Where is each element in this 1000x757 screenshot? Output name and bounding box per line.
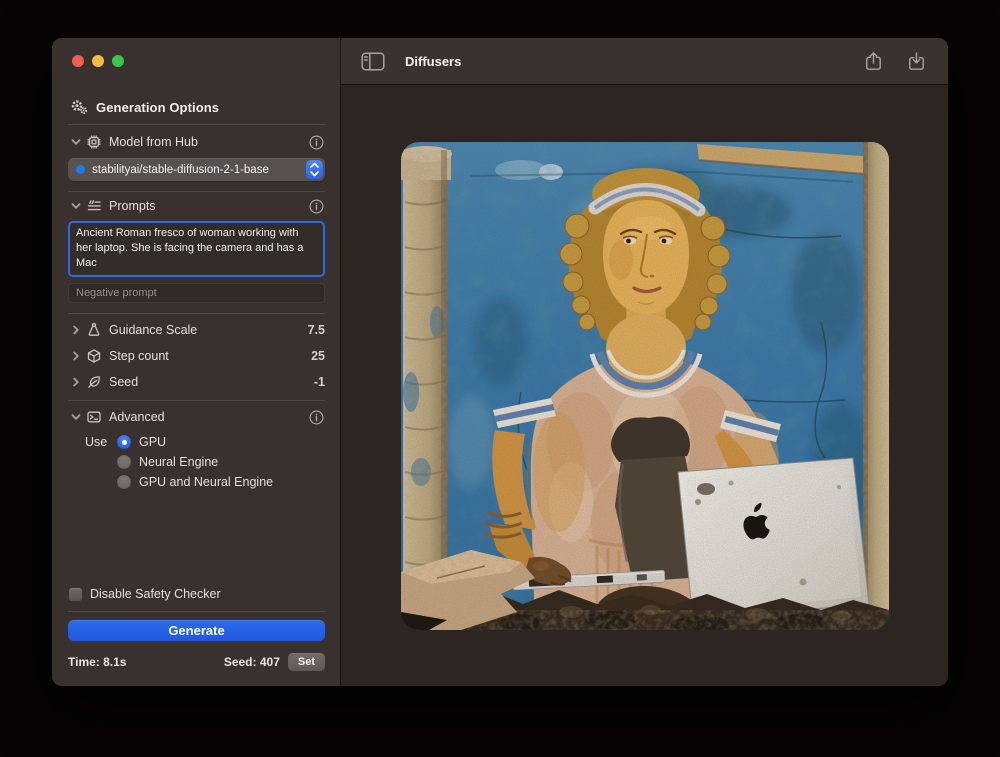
safety-label: Disable Safety Checker — [90, 587, 221, 601]
radio-neural-engine[interactable] — [117, 455, 131, 469]
disable-safety-checkbox[interactable] — [69, 588, 82, 601]
info-icon[interactable] — [308, 134, 325, 151]
gears-icon — [70, 99, 88, 115]
canvas-area — [341, 85, 948, 686]
radio-label[interactable]: Neural Engine — [139, 455, 218, 469]
divider — [68, 191, 325, 192]
close-button[interactable] — [72, 55, 84, 67]
seed-status: Seed: 407 — [224, 655, 280, 669]
sidebar-header: Generation Options — [68, 99, 325, 115]
info-icon[interactable] — [308, 198, 325, 215]
param-value: -1 — [314, 375, 325, 389]
leaf-icon — [83, 374, 105, 390]
app-window: Generation Options Model from Hub — [52, 38, 948, 686]
use-label: Use — [85, 435, 109, 449]
model-select[interactable]: stabilityai/stable-diffusion-2-1-base — [68, 158, 325, 181]
section-model-from-hub[interactable]: Model from Hub — [68, 133, 325, 151]
param-value: 7.5 — [308, 323, 325, 337]
radio-gpu[interactable] — [117, 435, 131, 449]
negative-prompt-input[interactable] — [68, 283, 325, 303]
chevron-right-icon[interactable] — [68, 323, 83, 337]
prompt-input[interactable]: Ancient Roman fresco of woman working wi… — [68, 221, 325, 277]
generated-image — [401, 142, 889, 630]
compute-option-neural-engine: Neural Engine — [68, 454, 325, 470]
radio-label[interactable]: GPU and Neural Engine — [139, 475, 273, 489]
param-label: Seed — [109, 375, 138, 389]
chevron-right-icon[interactable] — [68, 375, 83, 389]
section-advanced[interactable]: Advanced — [68, 408, 325, 426]
chevron-down-icon[interactable] — [68, 135, 83, 149]
info-icon[interactable] — [308, 409, 325, 426]
param-row-seed[interactable]: Seed -1 — [68, 373, 325, 391]
status-bar: Time: 8.1s Seed: 407 Set — [68, 652, 325, 671]
text-quote-icon — [83, 198, 105, 214]
zoom-button[interactable] — [112, 55, 124, 67]
traffic-lights — [72, 55, 325, 67]
section-label: Model from Hub — [109, 135, 198, 149]
set-seed-button[interactable]: Set — [288, 653, 325, 671]
param-value: 25 — [311, 349, 325, 363]
divider — [68, 124, 325, 125]
radio-gpu-and-neural-engine[interactable] — [117, 475, 131, 489]
chevron-down-icon[interactable] — [68, 199, 83, 213]
section-label: Advanced — [109, 410, 165, 424]
param-row-guidance-scale[interactable]: Guidance Scale 7.5 — [68, 321, 325, 339]
sidebar-toggle-icon[interactable] — [361, 52, 385, 71]
model-select-value: stabilityai/stable-diffusion-2-1-base — [92, 164, 306, 176]
param-label: Guidance Scale — [109, 323, 197, 337]
terminal-icon — [83, 409, 105, 425]
compute-option-gpu-and-neural-engine: GPU and Neural Engine — [68, 474, 325, 490]
param-row-step-count[interactable]: Step count 25 — [68, 347, 325, 365]
section-label: Prompts — [109, 199, 156, 213]
divider — [68, 313, 325, 314]
sidebar: Generation Options Model from Hub — [52, 38, 341, 686]
scale-icon — [83, 322, 105, 338]
time-status: Time: 8.1s — [68, 655, 126, 669]
safety-checker-row: Disable Safety Checker — [68, 586, 325, 602]
radio-label[interactable]: GPU — [139, 435, 166, 449]
select-stepper-icon[interactable] — [306, 160, 323, 179]
generate-button[interactable]: Generate — [68, 620, 325, 641]
fresco-illustration — [401, 142, 889, 630]
window-title: Diffusers — [405, 54, 461, 69]
cube-icon — [83, 348, 105, 364]
cpu-icon — [83, 134, 105, 150]
page-title: Generation Options — [96, 100, 219, 115]
save-icon[interactable] — [905, 50, 928, 73]
chevron-right-icon[interactable] — [68, 349, 83, 363]
toolbar: Diffusers — [341, 38, 948, 85]
compute-option-gpu: Use GPU — [68, 434, 325, 450]
model-status-dot — [76, 165, 85, 174]
chevron-down-icon[interactable] — [68, 410, 83, 424]
main-area: Diffusers — [341, 38, 948, 686]
minimize-button[interactable] — [92, 55, 104, 67]
divider — [68, 611, 325, 612]
section-prompts[interactable]: Prompts — [68, 197, 325, 215]
param-label: Step count — [109, 349, 169, 363]
divider — [68, 400, 325, 401]
share-icon[interactable] — [862, 50, 885, 73]
